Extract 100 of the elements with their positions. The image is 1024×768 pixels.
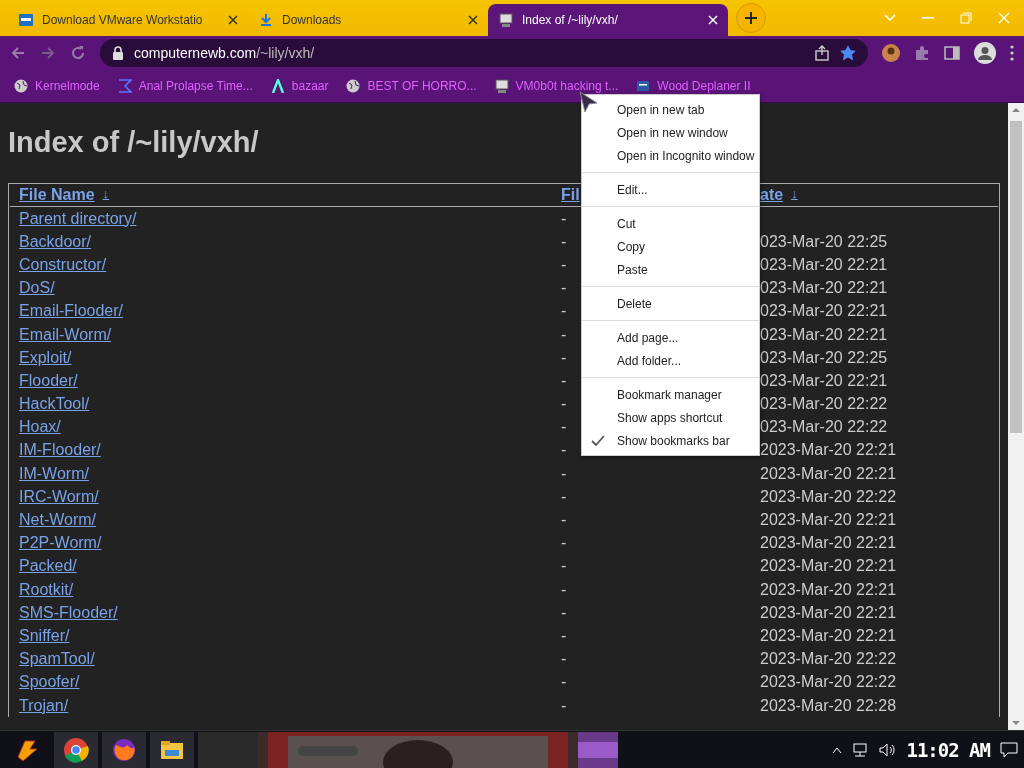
clock[interactable]: 11:02 AM (906, 738, 990, 761)
folder-link[interactable]: IM-Flooder/ (10, 441, 101, 460)
size-cell-text: - (560, 232, 567, 251)
puzzle-icon[interactable] (914, 45, 930, 61)
bookmark[interactable]: VM0b0t hacking t... (494, 79, 619, 93)
cursor-icon (579, 91, 599, 113)
menu-item[interactable]: Copy (582, 235, 759, 258)
date-cell-text: 2023-Mar-20 22:21 (759, 441, 897, 460)
date-cell-text: 023-Mar-20 22:21 (759, 279, 888, 298)
size-cell-text: - (560, 279, 567, 298)
size-cell-text: - (560, 464, 567, 483)
folder-link[interactable]: Constructor/ (10, 255, 107, 274)
date-cell-text: 023-Mar-20 22:22 (759, 395, 888, 414)
menu-item[interactable]: Add folder... (582, 349, 759, 372)
size-cell-text: - (560, 580, 567, 599)
bookmark[interactable]: Kernelmode (14, 79, 100, 93)
column-header-link[interactable]: Fil (561, 186, 580, 204)
chrome-button[interactable] (54, 731, 98, 768)
profile-icon[interactable] (974, 42, 996, 64)
folder-link[interactable]: Trojan/ (10, 696, 69, 715)
folder-link[interactable]: P2P-Worm/ (10, 534, 102, 553)
folder-link[interactable]: IM-Worm/ (10, 464, 89, 483)
close-icon[interactable] (468, 15, 478, 25)
folder-link[interactable]: Email-Flooder/ (10, 302, 124, 321)
date-cell-text: 2023-Mar-20 22:21 (759, 557, 897, 576)
reload-icon[interactable] (70, 45, 86, 61)
folder-link[interactable]: Sniffer/ (10, 626, 70, 645)
firefox-button[interactable] (102, 731, 146, 768)
folder-link[interactable]: Backdoor/ (10, 232, 92, 251)
date-cell-text: 023-Mar-20 22:22 (759, 418, 888, 437)
folder-link[interactable]: SpamTool/ (10, 650, 95, 669)
menu-item[interactable]: Show bookmarks bar (582, 429, 759, 452)
folder-link[interactable]: Spoofer/ (10, 673, 80, 692)
menu-item[interactable]: Open in new window (582, 121, 759, 144)
date-cell-text: 023-Mar-20 22:25 (759, 232, 888, 251)
date-cell-text: 023-Mar-20 22:25 (759, 348, 888, 367)
folder-link[interactable]: Rootkit/ (10, 580, 74, 599)
date-cell-text: 2023-Mar-20 22:22 (759, 673, 897, 692)
date-cell-text: 2023-Mar-20 22:21 (759, 603, 897, 622)
date-cell-text: 2023-Mar-20 22:21 (759, 534, 897, 553)
folder-link[interactable]: SMS-Flooder/ (10, 603, 118, 622)
date-cell-text: 2023-Mar-20 22:21 (759, 511, 897, 530)
globe-icon (346, 79, 361, 93)
menu-item[interactable]: Edit... (582, 178, 759, 201)
folder-link[interactable]: Email-Worm/ (10, 325, 112, 344)
browser-tab[interactable]: Downloads (248, 4, 488, 36)
menu-item[interactable]: Cut (582, 212, 759, 235)
folder-link[interactable]: Flooder/ (10, 371, 78, 390)
bookmark[interactable]: bazaar (270, 79, 329, 93)
folder-link[interactable]: Hoax/ (10, 418, 61, 437)
folder-link[interactable]: Packed/ (10, 557, 77, 576)
menu-item[interactable]: Paste (582, 258, 759, 281)
plus-icon (745, 12, 757, 24)
bookmark[interactable]: Wood Deplaner II (636, 79, 751, 93)
size-cell-text: - (560, 441, 567, 460)
address-bar[interactable]: computernewb.com/~lily/vxh/ (100, 39, 868, 67)
notification-icon[interactable] (1000, 741, 1018, 758)
column-header-link[interactable]: File Name ↓ (19, 186, 110, 204)
date-cell-text: 2023-Mar-20 22:22 (759, 650, 897, 669)
menu-item[interactable]: Open in Incognito window (582, 144, 759, 167)
back-icon[interactable] (10, 45, 26, 61)
side-panel-icon[interactable] (944, 45, 960, 61)
size-cell-text: - (560, 673, 567, 692)
scrollbar[interactable] (1008, 103, 1024, 730)
folder-link[interactable]: Net-Worm/ (10, 511, 97, 530)
document-icon (636, 79, 651, 93)
column-header-link[interactable]: ate ↓ (760, 186, 798, 204)
menu-item[interactable]: Show apps shortcut (582, 406, 759, 429)
avatar-icon[interactable] (882, 44, 900, 62)
size-cell-text: - (560, 395, 567, 414)
size-cell-text: - (560, 302, 567, 321)
chevron-up-icon[interactable] (832, 745, 843, 754)
star-icon[interactable] (840, 45, 856, 61)
folder-link[interactable]: HackTool/ (10, 395, 90, 414)
bookmark[interactable]: Anal Prolapse Time... (117, 79, 253, 93)
speaker-icon[interactable] (878, 741, 897, 758)
folder-button[interactable] (150, 731, 194, 768)
date-cell-text: 2023-Mar-20 22:21 (759, 580, 897, 599)
folder-link[interactable]: DoS/ (10, 279, 55, 298)
more-icon[interactable] (1010, 45, 1014, 61)
date-cell-text: 2023-Mar-20 22:22 (759, 487, 897, 506)
menu-item[interactable]: Delete (582, 292, 759, 315)
folder-link[interactable]: Exploit/ (10, 348, 72, 367)
size-cell-text: - (560, 557, 567, 576)
close-icon[interactable] (228, 15, 238, 25)
browser-tab[interactable]: Index of /~lily/vxh/ (488, 4, 728, 36)
browser-tab[interactable]: Download VMware Workstatio (8, 4, 248, 36)
firefox-icon (111, 736, 137, 763)
folder-link[interactable]: Parent directory/ (10, 209, 137, 228)
folder-link[interactable]: IRC-Worm/ (10, 487, 99, 506)
bookmark[interactable]: BEST OF HORRO... (346, 79, 477, 93)
page-heading: Index of /~lily/vxh/ (7, 125, 260, 160)
date-cell-text: 023-Mar-20 22:21 (759, 325, 888, 344)
share-icon[interactable] (814, 45, 830, 61)
new-tab-button[interactable] (736, 3, 766, 33)
size-cell-text: - (560, 626, 567, 645)
menu-item[interactable]: Add page... (582, 326, 759, 349)
menu-item[interactable]: Bookmark manager (582, 383, 759, 406)
network-icon[interactable] (852, 741, 869, 758)
size-cell-text: - (560, 696, 567, 715)
